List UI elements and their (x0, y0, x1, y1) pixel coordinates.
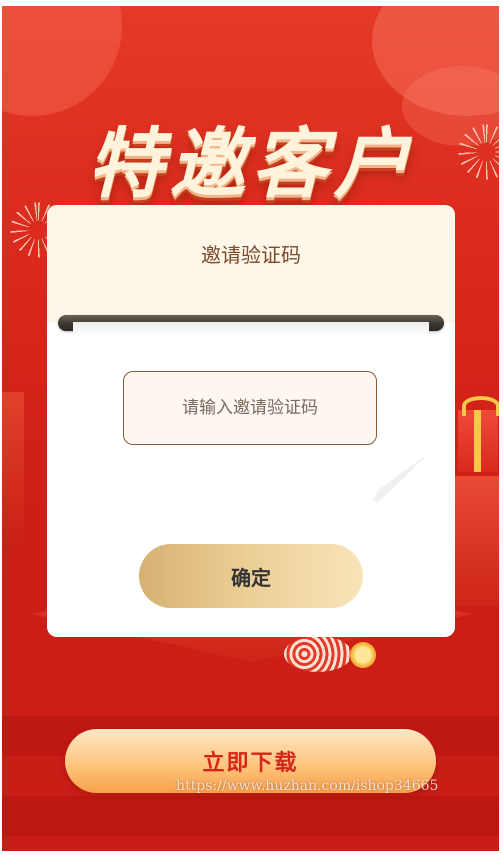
page-title: 特邀客户 (87, 119, 416, 208)
dialog-header: 邀请验证码 (47, 205, 455, 323)
gift-icon (458, 396, 499, 472)
decor-circle (2, 6, 122, 116)
gift-box-left-decoration (2, 392, 24, 552)
confirm-button[interactable]: 确定 (139, 544, 363, 608)
watermark-text: https://www.huzhan.com/ishop34665 (176, 778, 439, 794)
lantern-decoration (284, 636, 352, 672)
dialog-title: 邀请验证码 (201, 243, 301, 267)
coin-icon (350, 642, 376, 668)
gift-box-right-decoration (454, 476, 499, 606)
invite-code-dialog: 邀请验证码 确定 (47, 205, 455, 637)
platform-stripe (2, 796, 499, 836)
invite-code-input[interactable] (123, 371, 377, 445)
